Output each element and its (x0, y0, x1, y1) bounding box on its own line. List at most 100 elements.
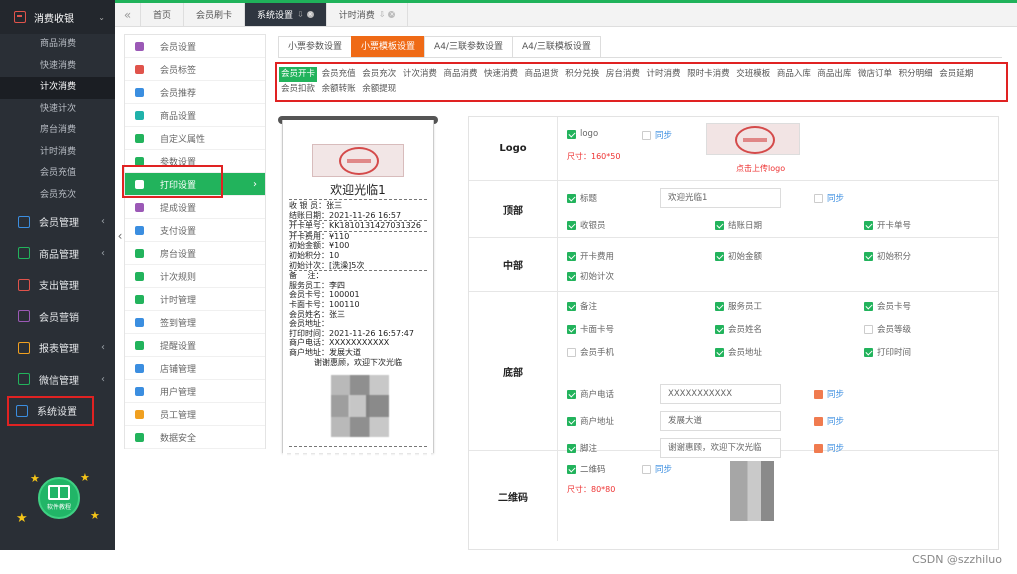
settings-menu-item[interactable]: 签到管理 (125, 311, 265, 334)
title-checkbox[interactable]: 标题 (567, 192, 597, 204)
settings-menu-item[interactable]: 会员标签 (125, 58, 265, 81)
checkout-date-checkbox[interactable]: 结账日期 (715, 219, 762, 231)
software-tutorial-button[interactable]: 软件教程 (38, 477, 80, 519)
print-type-item[interactable]: 房台消费 (604, 67, 642, 82)
checkbox-checked-icon (567, 324, 576, 334)
bottom-item-checkbox[interactable]: 会员地址 (715, 346, 762, 358)
sidebar-subitem[interactable]: 计次消费 (0, 77, 115, 99)
print-type-item[interactable]: 商品退货 (523, 67, 561, 82)
print-type-item[interactable]: 计时消费 (644, 67, 682, 82)
sidebar-group-users[interactable]: 会员管理 ‹ (0, 206, 115, 238)
receipt-line: 商户地址：发展大道 (289, 347, 361, 357)
print-type-item[interactable]: 计次消费 (401, 67, 439, 82)
settings-menu-item[interactable]: 提成设置 (125, 196, 265, 219)
logo-upload-preview[interactable] (706, 123, 800, 155)
print-type-item[interactable]: 商品入库 (775, 67, 813, 82)
sidebar-group-box[interactable]: 商品管理 ‹ (0, 238, 115, 270)
sidebar-group-gift[interactable]: 会员营销 (0, 301, 115, 333)
settings-menu-item[interactable]: 用户管理 (125, 380, 265, 403)
sidebar-subitem[interactable]: 会员充值 (0, 163, 115, 185)
qr-sync-checkbox[interactable]: 同步 (642, 463, 672, 475)
settings-menu-item[interactable]: 商品设置 (125, 104, 265, 127)
print-type-item[interactable]: 会员扣款 (279, 82, 317, 97)
settings-menu-item[interactable]: 提醒设置 (125, 334, 265, 357)
sidebar-subitem[interactable]: 计时消费 (0, 142, 115, 164)
print-type-item[interactable]: 会员开卡 (279, 67, 318, 82)
logo-checkbox[interactable]: logo (567, 129, 598, 139)
bottom-item-checkbox[interactable]: 会员卡号 (864, 300, 911, 312)
title-input[interactable]: 欢迎光临1 (660, 188, 781, 208)
print-type-item[interactable]: 积分明细 (897, 67, 935, 82)
card-no-checkbox[interactable]: 开卡单号 (864, 219, 911, 231)
page-tab[interactable]: 计时消费 ⇩ × (327, 3, 409, 26)
print-type-item[interactable]: 微店订单 (856, 67, 894, 82)
upload-logo-link[interactable]: 点击上传logo (736, 163, 785, 174)
qr-code-preview[interactable] (730, 461, 774, 521)
merchant-phone-input[interactable]: XXXXXXXXXXX (660, 384, 781, 404)
print-type-item[interactable]: 余额提现 (360, 82, 398, 97)
sidebar-menu-checkout[interactable]: 消费收银 ⌄ (0, 0, 115, 34)
sidebar-group-chart[interactable]: 报表管理 ‹ (0, 332, 115, 364)
close-icon[interactable]: × (388, 11, 396, 18)
bottom-item-checkbox[interactable]: 会员手机 (567, 346, 614, 358)
print-type-item[interactable]: 积分兑换 (563, 67, 601, 82)
cashier-checkbox[interactable]: 收银员 (567, 219, 606, 231)
sidebar-subitem[interactable]: 快速消费 (0, 56, 115, 78)
address-sync-checkbox[interactable]: 同步 (814, 415, 844, 427)
bottom-item-checkbox[interactable]: 卡面卡号 (567, 323, 614, 335)
print-type-item[interactable]: 商品出库 (815, 67, 853, 82)
bottom-item-checkbox[interactable]: 备注 (567, 300, 597, 312)
settings-menu-item[interactable]: 房台设置 (125, 242, 265, 265)
print-type-item[interactable]: 商品消费 (441, 67, 479, 82)
middle-item-checkbox[interactable]: 初始金额 (715, 250, 762, 262)
settings-menu-item[interactable]: 员工管理 (125, 403, 265, 426)
settings-menu-item[interactable]: 计时管理 (125, 288, 265, 311)
settings-menu-item[interactable]: 计次规则 (125, 265, 265, 288)
close-icon[interactable]: × (306, 11, 314, 18)
sidebar-subitem[interactable]: 快速计次 (0, 99, 115, 121)
middle-item-checkbox[interactable]: 初始积分 (864, 250, 911, 262)
sidebar-subitem[interactable]: 商品消费 (0, 34, 115, 56)
middle-item-checkbox[interactable]: 开卡费用 (567, 250, 614, 262)
middle-item-checkbox[interactable]: 初始计次 (567, 270, 614, 282)
template-tab[interactable]: 小票模板设置 (351, 36, 426, 58)
template-tab[interactable]: A4/三联参数设置 (424, 36, 513, 58)
settings-menu-item[interactable]: 自定义属性 (125, 127, 265, 150)
print-type-item[interactable]: 限时卡消费 (685, 67, 732, 82)
bottom-item-checkbox[interactable]: 服务员工 (715, 300, 762, 312)
bottom-item-checkbox[interactable]: 会员等级 (864, 323, 911, 335)
merchant-phone-checkbox[interactable]: 商户电话 (567, 388, 614, 400)
bottom-item-checkbox[interactable]: 会员姓名 (715, 323, 762, 335)
logo-sync-checkbox[interactable]: 同步 (642, 129, 672, 141)
settings-menu-item[interactable]: 支付设置 (125, 219, 265, 242)
merchant-address-input[interactable]: 发展大道 (660, 411, 781, 431)
sidebar-subitem[interactable]: 房台消费 (0, 120, 115, 142)
print-type-item[interactable]: 余额转账 (320, 82, 358, 97)
print-type-item[interactable]: 会员充值 (320, 67, 358, 82)
pin-icon[interactable]: ⇩ (297, 10, 304, 19)
qr-checkbox[interactable]: 二维码 (567, 463, 606, 475)
double-chevron-left-icon[interactable]: « (115, 3, 141, 26)
title-sync-checkbox[interactable]: 同步 (814, 192, 844, 204)
template-tab[interactable]: A4/三联模板设置 (511, 36, 601, 58)
sidebar-group-expense[interactable]: 支出管理 (0, 269, 115, 301)
pin-icon[interactable]: ⇩ (379, 10, 386, 19)
page-tab[interactable]: 系统设置 ⇩ × (245, 3, 327, 26)
settings-menu-item[interactable]: 店铺管理 (125, 357, 265, 380)
page-tab[interactable]: 会员刷卡 (184, 3, 246, 26)
print-type-item[interactable]: 交班模板 (734, 67, 772, 82)
sidebar-subitem[interactable]: 会员充次 (0, 185, 115, 207)
settings-menu-item[interactable]: 会员推荐 (125, 81, 265, 104)
phone-sync-checkbox[interactable]: 同步 (814, 388, 844, 400)
page-tab[interactable]: 首页 (141, 3, 185, 26)
bottom-item-checkbox[interactable]: 打印时间 (864, 346, 911, 358)
sidebar-group-wechat[interactable]: 微信管理 ‹ (0, 364, 115, 396)
print-type-item[interactable]: 会员充次 (360, 67, 398, 82)
print-type-item[interactable]: 会员延期 (937, 67, 975, 82)
settings-menu-item[interactable]: 数据安全 (125, 426, 265, 449)
settings-menu-item[interactable]: 会员设置 (125, 35, 265, 58)
sidebar-group-gear[interactable]: 系统设置 (6, 395, 95, 427)
merchant-address-checkbox[interactable]: 商户地址 (567, 415, 614, 427)
template-tab[interactable]: 小票参数设置 (278, 36, 353, 58)
print-type-item[interactable]: 快速消费 (482, 67, 520, 82)
